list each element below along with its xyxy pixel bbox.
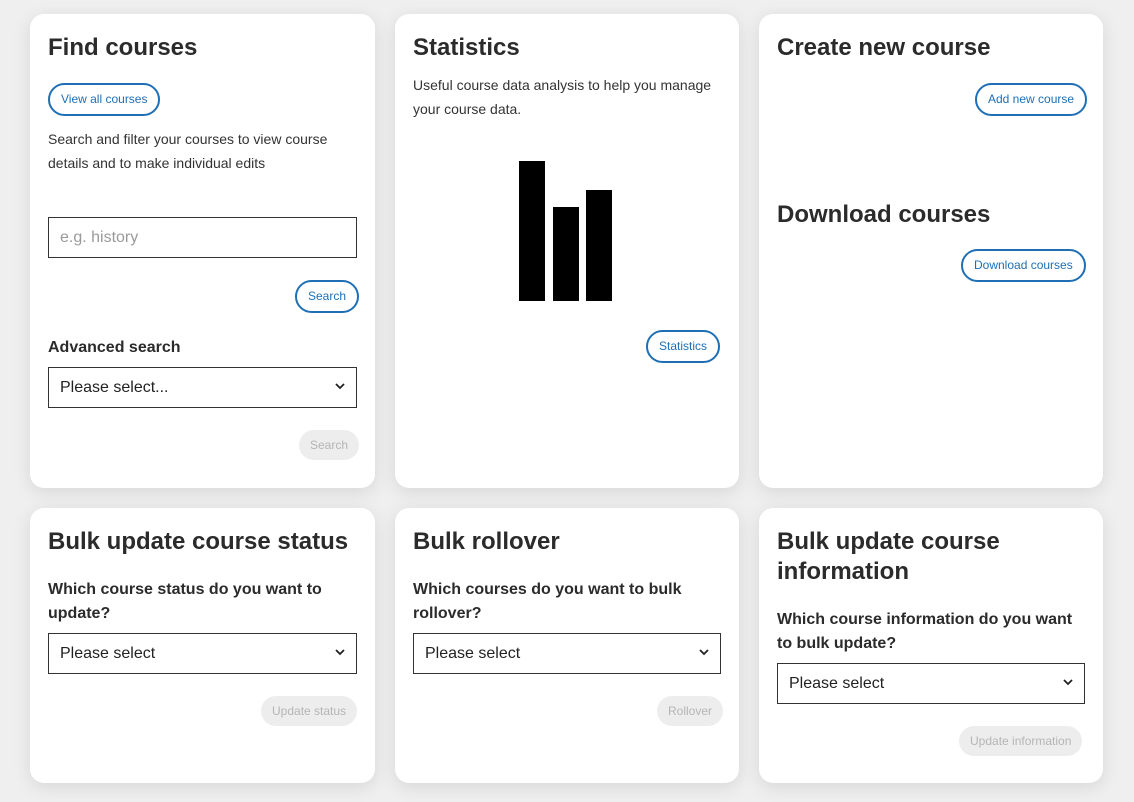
- advanced-search-button[interactable]: Search: [299, 430, 360, 460]
- bulk-info-question: Which course information do you want to …: [777, 611, 1073, 652]
- advanced-search-select[interactable]: Please select...: [48, 367, 357, 408]
- create-download-card: Create new course Add new course Downloa…: [759, 14, 1103, 488]
- chevron-down-icon: [335, 383, 345, 390]
- bar-chart-icon: [519, 161, 612, 301]
- update-status-button[interactable]: Update status: [261, 696, 358, 726]
- find-courses-description: Search and filter your courses to view c…: [48, 131, 328, 171]
- bar-chart-icon-bar-1: [519, 161, 545, 301]
- bulk-rollover-title: Bulk rollover: [413, 528, 560, 555]
- bulk-rollover-card: Bulk rollover Which courses do you want …: [395, 508, 739, 783]
- bulk-status-title: Bulk update course status: [48, 528, 349, 555]
- statistics-card: Statistics Useful course data analysis t…: [395, 14, 739, 488]
- statistics-button[interactable]: Statistics: [646, 330, 721, 363]
- bar-chart-icon-bar-2: [553, 207, 579, 301]
- search-placeholder: e.g. history: [60, 229, 139, 246]
- bar-chart-icon-bar-3: [586, 190, 612, 301]
- bulk-status-question: Which course status do you want to updat…: [48, 581, 322, 622]
- bulk-info-card: Bulk update course information Which cou…: [759, 508, 1103, 783]
- search-button[interactable]: Search: [295, 280, 360, 313]
- download-courses-button[interactable]: Download courses: [961, 249, 1086, 282]
- advanced-search-select-value: Please select...: [60, 379, 169, 396]
- statistics-description: Useful course data analysis to help you …: [413, 77, 712, 117]
- update-information-button[interactable]: Update information: [959, 726, 1083, 756]
- rollover-button[interactable]: Rollover: [657, 696, 724, 726]
- bulk-rollover-select[interactable]: Please select: [413, 633, 721, 674]
- course-search-input[interactable]: e.g. history: [48, 217, 357, 258]
- find-courses-title: Find courses: [48, 34, 198, 61]
- chevron-down-icon: [699, 649, 709, 656]
- download-courses-title: Download courses: [777, 201, 991, 228]
- bulk-status-select[interactable]: Please select: [48, 633, 357, 674]
- bulk-status-card: Bulk update course status Which course s…: [30, 508, 375, 783]
- create-course-title: Create new course: [777, 34, 991, 61]
- bulk-info-title: Bulk update course information: [777, 528, 1000, 585]
- bulk-status-select-value: Please select: [60, 645, 156, 662]
- statistics-title: Statistics: [413, 34, 520, 61]
- advanced-search-label: Advanced search: [48, 339, 181, 356]
- bulk-rollover-select-value: Please select: [425, 645, 521, 662]
- find-courses-card: Find courses View all courses Search and…: [30, 14, 375, 488]
- bulk-info-select-value: Please select: [789, 675, 885, 692]
- view-all-courses-button[interactable]: View all courses: [48, 83, 161, 116]
- bulk-rollover-question: Which courses do you want to bulk rollov…: [413, 581, 682, 622]
- bulk-info-select[interactable]: Please select: [777, 663, 1085, 704]
- add-new-course-button[interactable]: Add new course: [975, 83, 1088, 116]
- chevron-down-icon: [1063, 679, 1073, 686]
- chevron-down-icon: [335, 649, 345, 656]
